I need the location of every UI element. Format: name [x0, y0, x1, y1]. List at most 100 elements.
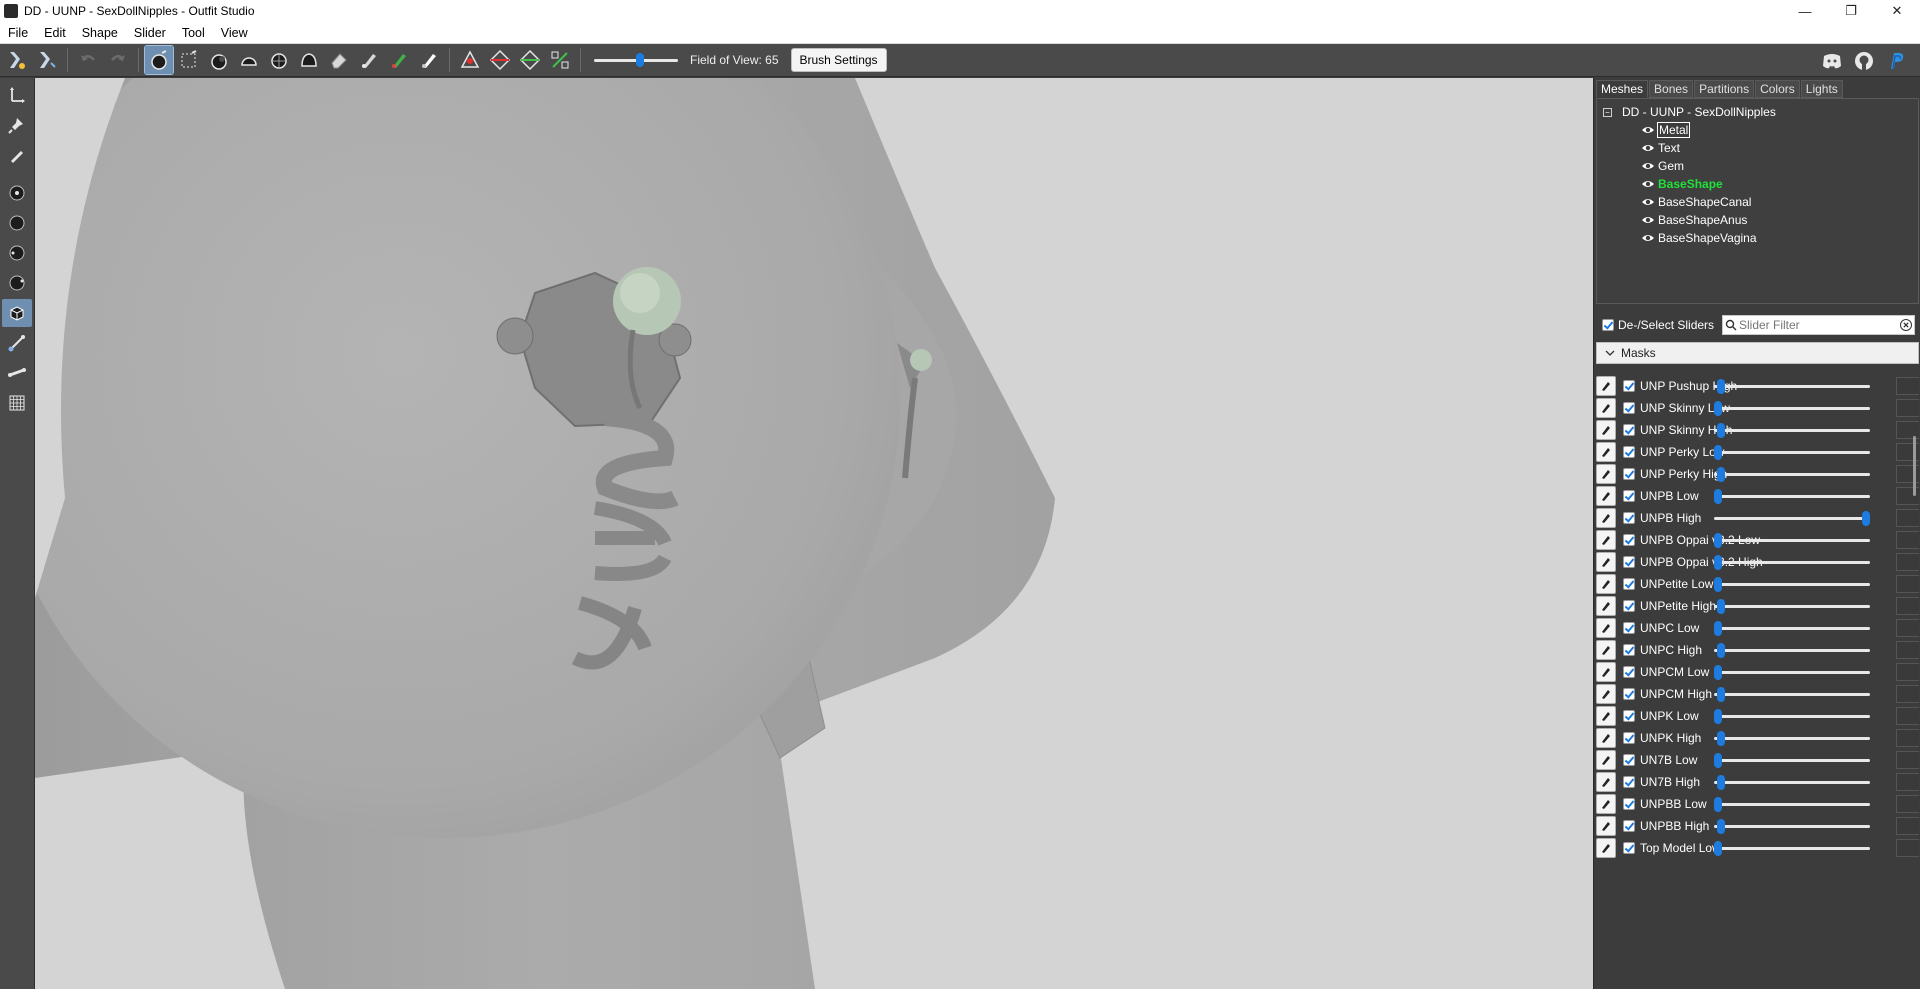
transform-gizmo-button[interactable]	[2, 81, 32, 109]
slider-track[interactable]	[1714, 847, 1870, 850]
edit-slider-button[interactable]	[1596, 376, 1616, 396]
slider-thumb[interactable]	[1717, 643, 1725, 658]
slider-thumb[interactable]	[1714, 797, 1722, 812]
slider-track[interactable]	[1714, 781, 1870, 784]
slider-track[interactable]	[1714, 451, 1870, 454]
slider-value-box[interactable]	[1896, 377, 1919, 395]
fov-slider-thumb[interactable]	[636, 53, 644, 67]
3d-viewport[interactable]	[35, 78, 1593, 989]
slider-thumb[interactable]	[1717, 775, 1725, 790]
slider-checkbox[interactable]	[1623, 842, 1635, 854]
slider-track[interactable]	[1714, 583, 1870, 586]
toggle-skeleton-button[interactable]	[2, 359, 32, 387]
slider-checkbox[interactable]	[1623, 666, 1635, 678]
paypal-button[interactable]	[1881, 47, 1911, 75]
flip-edge-button[interactable]	[486, 46, 514, 74]
slider-thumb[interactable]	[1717, 687, 1725, 702]
clear-filter-icon[interactable]	[1898, 319, 1914, 331]
slider-track[interactable]	[1714, 715, 1870, 718]
transform-tool-button[interactable]	[33, 46, 61, 74]
weight-brush-button[interactable]	[355, 46, 383, 74]
edit-slider-button[interactable]	[1596, 838, 1616, 858]
slider-checkbox[interactable]	[1623, 380, 1635, 392]
pivot-button[interactable]	[2, 111, 32, 139]
slider-filter-input[interactable]	[1739, 317, 1898, 333]
tab-partitions[interactable]: Partitions	[1694, 80, 1755, 98]
maximize-button[interactable]: ❐	[1828, 0, 1874, 22]
brush-size-large-button[interactable]	[2, 239, 32, 267]
slider-thumb[interactable]	[1717, 467, 1725, 482]
fov-slider[interactable]	[594, 52, 678, 68]
slider-value-box[interactable]	[1896, 729, 1919, 747]
brush-size-medium-button[interactable]	[2, 209, 32, 237]
slider-thumb[interactable]	[1714, 445, 1722, 460]
collapse-icon[interactable]: −	[1603, 107, 1612, 117]
mesh-item[interactable]: Text	[1597, 139, 1918, 157]
slider-checkbox[interactable]	[1623, 556, 1635, 568]
slider-thumb[interactable]	[1717, 599, 1725, 614]
collapse-vertex-button[interactable]	[456, 46, 484, 74]
edit-slider-button[interactable]	[1596, 442, 1616, 462]
edit-slider-button[interactable]	[1596, 640, 1616, 660]
slider-track[interactable]	[1714, 803, 1870, 806]
edit-slider-button[interactable]	[1596, 618, 1616, 638]
tab-lights[interactable]: Lights	[1800, 80, 1843, 98]
edit-slider-button[interactable]	[1596, 596, 1616, 616]
slider-thumb[interactable]	[1717, 379, 1725, 394]
mesh-item[interactable]: BaseShapeCanal	[1597, 193, 1918, 211]
slider-checkbox[interactable]	[1623, 710, 1635, 722]
brush-settings-button[interactable]: Brush Settings	[790, 48, 887, 72]
eye-icon[interactable]	[1641, 161, 1655, 171]
edit-slider-button[interactable]	[1596, 530, 1616, 550]
eye-icon[interactable]	[1641, 233, 1655, 243]
slider-value-box[interactable]	[1896, 795, 1919, 813]
slider-track[interactable]	[1714, 759, 1870, 762]
undo-button[interactable]	[74, 46, 102, 74]
slider-thumb[interactable]	[1714, 555, 1722, 570]
mesh-item[interactable]: Gem	[1597, 157, 1918, 175]
edit-slider-button[interactable]	[1596, 662, 1616, 682]
mesh-item[interactable]: BaseShape	[1597, 175, 1918, 193]
deflate-brush-button[interactable]	[205, 46, 233, 74]
tab-meshes[interactable]: Meshes	[1596, 80, 1649, 98]
slider-checkbox[interactable]	[1623, 578, 1635, 590]
edit-slider-button[interactable]	[1596, 684, 1616, 704]
edit-slider-button[interactable]	[1596, 420, 1616, 440]
alpha-brush-button[interactable]	[415, 46, 443, 74]
slider-checkbox[interactable]	[1623, 754, 1635, 766]
slider-value-box[interactable]	[1896, 553, 1919, 571]
slider-track[interactable]	[1714, 539, 1870, 542]
slider-thumb[interactable]	[1714, 401, 1722, 416]
vertex-select-button[interactable]	[2, 141, 32, 169]
slider-track[interactable]	[1714, 495, 1870, 498]
slider-checkbox[interactable]	[1623, 490, 1635, 502]
delete-brush-button[interactable]	[325, 46, 353, 74]
slider-checkbox[interactable]	[1623, 468, 1635, 480]
tab-bones[interactable]: Bones	[1649, 80, 1694, 98]
slider-track[interactable]	[1714, 473, 1870, 476]
slider-value-box[interactable]	[1896, 751, 1919, 769]
toggle-bones-button[interactable]	[2, 329, 32, 357]
slider-checkbox[interactable]	[1623, 798, 1635, 810]
edit-slider-button[interactable]	[1596, 464, 1616, 484]
edit-slider-button[interactable]	[1596, 552, 1616, 572]
slider-value-box[interactable]	[1896, 685, 1919, 703]
edit-slider-button[interactable]	[1596, 574, 1616, 594]
edit-slider-button[interactable]	[1596, 398, 1616, 418]
menu-file[interactable]: File	[0, 26, 36, 40]
menu-edit[interactable]: Edit	[36, 26, 74, 40]
tree-root[interactable]: − DD - UUNP - SexDollNipples	[1597, 103, 1918, 121]
slider-checkbox[interactable]	[1623, 688, 1635, 700]
slider-track[interactable]	[1714, 737, 1870, 740]
select-tool-button[interactable]	[3, 46, 31, 74]
slider-value-box[interactable]	[1896, 597, 1919, 615]
eye-icon[interactable]	[1641, 197, 1655, 207]
slider-thumb[interactable]	[1714, 665, 1722, 680]
edit-slider-button[interactable]	[1596, 706, 1616, 726]
brush-size-xl-button[interactable]	[2, 269, 32, 297]
mesh-item[interactable]: BaseShapeVagina	[1597, 229, 1918, 247]
toggle-grid-button[interactable]	[2, 389, 32, 417]
slider-value-box[interactable]	[1896, 839, 1919, 857]
slider-thumb[interactable]	[1717, 731, 1725, 746]
mask-brush-button[interactable]	[175, 46, 203, 74]
